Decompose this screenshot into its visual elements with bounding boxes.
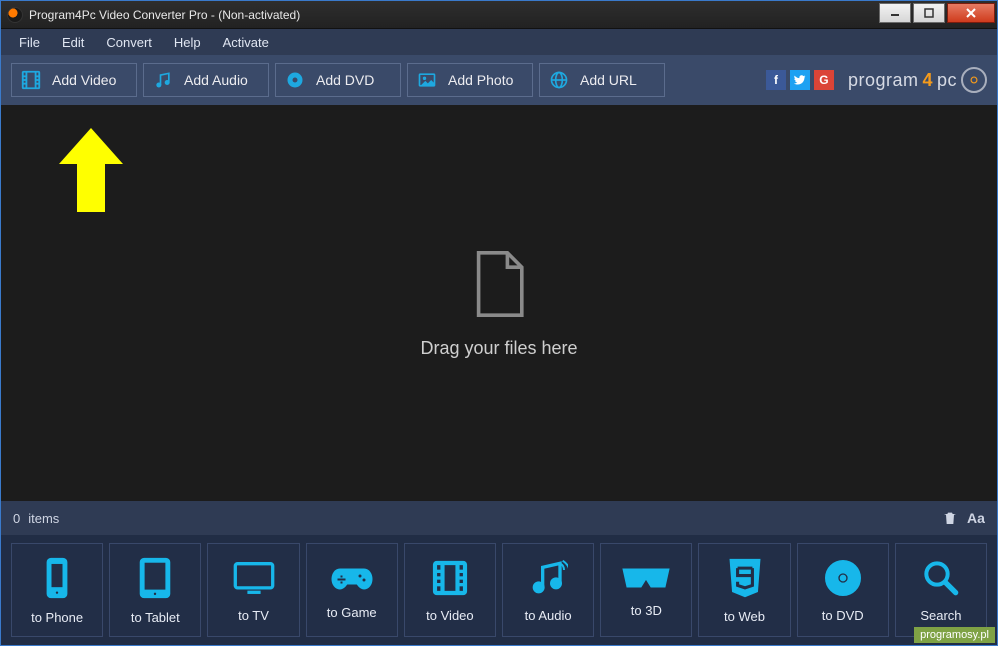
- preset-video-label: to Video: [426, 608, 473, 623]
- preset-search-label: Search: [920, 608, 961, 623]
- add-audio-button[interactable]: Add Audio: [143, 63, 269, 97]
- film-strip-icon: [430, 558, 470, 598]
- music-icon: [528, 558, 568, 598]
- tv-icon: [232, 558, 276, 598]
- minimize-button[interactable]: [879, 3, 911, 23]
- preset-game[interactable]: to Game: [306, 543, 398, 637]
- html5-icon: [726, 557, 764, 599]
- minimize-icon: [890, 8, 900, 18]
- menu-convert[interactable]: Convert: [96, 31, 162, 54]
- maximize-icon: [924, 8, 934, 18]
- disc-large-icon: [823, 558, 863, 598]
- facebook-link[interactable]: f: [766, 70, 786, 90]
- menu-help[interactable]: Help: [164, 31, 211, 54]
- search-icon: [921, 558, 961, 598]
- add-dvd-button[interactable]: Add DVD: [275, 63, 401, 97]
- trash-icon: [942, 510, 958, 526]
- presets-bar: to Phone to Tablet to TV to Game to Vide…: [1, 535, 997, 645]
- add-audio-label: Add Audio: [184, 72, 248, 88]
- brand-logo: program4pc: [848, 67, 987, 93]
- twitter-icon: [794, 74, 806, 86]
- brand-text-a: program: [848, 70, 919, 91]
- preset-search[interactable]: Search: [895, 543, 987, 637]
- brand-ring-icon: [961, 67, 987, 93]
- items-label: items: [28, 511, 59, 526]
- social-links: f G: [766, 70, 834, 90]
- preset-tv[interactable]: to TV: [207, 543, 299, 637]
- add-dvd-label: Add DVD: [316, 72, 374, 88]
- glasses-3d-icon: [621, 563, 671, 593]
- disc-icon: [284, 69, 306, 91]
- window-title: Program4Pc Video Converter Pro - (Non-ac…: [29, 8, 300, 22]
- add-photo-button[interactable]: Add Photo: [407, 63, 533, 97]
- music-note-icon: [152, 69, 174, 91]
- phone-icon: [41, 556, 73, 600]
- add-video-label: Add Video: [52, 72, 116, 88]
- drop-text: Drag your files here: [420, 338, 577, 359]
- add-url-button[interactable]: Add URL: [539, 63, 665, 97]
- window-controls: [879, 1, 997, 28]
- preset-game-label: to Game: [327, 605, 377, 620]
- preset-audio[interactable]: to Audio: [502, 543, 594, 637]
- film-icon: [20, 69, 42, 91]
- menu-activate[interactable]: Activate: [213, 31, 279, 54]
- drop-area[interactable]: Drag your files here: [1, 105, 997, 501]
- file-icon: [469, 248, 529, 320]
- globe-icon: [548, 69, 570, 91]
- google-plus-link[interactable]: G: [814, 70, 834, 90]
- preset-3d[interactable]: to 3D: [600, 543, 692, 637]
- menubar: File Edit Convert Help Activate: [1, 29, 997, 55]
- twitter-link[interactable]: [790, 70, 810, 90]
- brand-text-c: pc: [937, 70, 957, 91]
- preset-phone[interactable]: to Phone: [11, 543, 103, 637]
- image-icon: [416, 69, 438, 91]
- preset-dvd[interactable]: to DVD: [797, 543, 889, 637]
- preset-web[interactable]: to Web: [698, 543, 790, 637]
- app-window: Program4Pc Video Converter Pro - (Non-ac…: [0, 0, 998, 646]
- titlebar: Program4Pc Video Converter Pro - (Non-ac…: [1, 1, 997, 29]
- add-video-button[interactable]: Add Video: [11, 63, 137, 97]
- text-icon: Aa: [967, 510, 985, 526]
- annotation-arrow-icon: [51, 120, 131, 223]
- menu-edit[interactable]: Edit: [52, 31, 94, 54]
- gamepad-icon: [330, 561, 374, 595]
- app-icon: [7, 7, 23, 23]
- preset-tv-label: to TV: [238, 608, 269, 623]
- preset-dvd-label: to DVD: [822, 608, 864, 623]
- toolbar: Add Video Add Audio Add DVD Add Photo Ad…: [1, 55, 997, 105]
- add-photo-label: Add Photo: [448, 72, 513, 88]
- watermark: programosy.pl: [914, 627, 995, 643]
- add-url-label: Add URL: [580, 72, 637, 88]
- rename-button[interactable]: Aa: [967, 509, 985, 527]
- status-bar: 0 items Aa: [1, 501, 997, 535]
- preset-tablet[interactable]: to Tablet: [109, 543, 201, 637]
- preset-video[interactable]: to Video: [404, 543, 496, 637]
- preset-phone-label: to Phone: [31, 610, 83, 625]
- preset-3d-label: to 3D: [631, 603, 662, 618]
- maximize-button[interactable]: [913, 3, 945, 23]
- preset-tablet-label: to Tablet: [131, 610, 180, 625]
- delete-button[interactable]: [941, 509, 959, 527]
- close-button[interactable]: [947, 3, 995, 23]
- menu-file[interactable]: File: [9, 31, 50, 54]
- brand-text-b: 4: [922, 70, 933, 91]
- preset-audio-label: to Audio: [525, 608, 572, 623]
- close-icon: [965, 8, 977, 18]
- items-count: 0: [13, 511, 20, 526]
- tablet-icon: [136, 556, 174, 600]
- preset-web-label: to Web: [724, 609, 765, 624]
